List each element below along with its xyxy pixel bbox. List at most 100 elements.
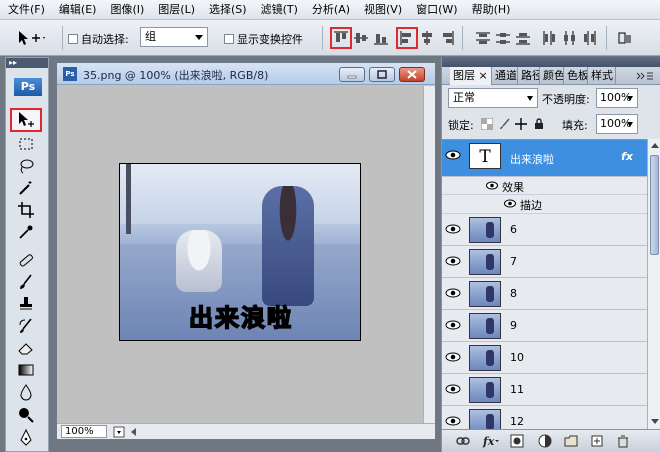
menu-file[interactable]: 文件(F) [0,0,51,20]
fill-input[interactable]: 100% [596,114,638,134]
crop-tool[interactable] [12,200,40,220]
magic-wand-tool[interactable] [12,178,40,198]
distribute-horizontal-centers-button[interactable] [560,29,578,47]
menu-image[interactable]: 图像(I) [102,0,150,20]
brush-tool[interactable] [12,272,40,292]
layer-row[interactable]: 8 [442,278,647,310]
layer-style-fx-icon[interactable]: fx [482,434,500,448]
eye-icon[interactable] [445,149,461,161]
effects-row[interactable]: 效果 [442,177,647,195]
layer-row[interactable]: 11 [442,374,647,406]
scroll-left-icon[interactable] [129,427,139,437]
lock-position-button[interactable] [514,117,527,130]
layer-row[interactable]: 6 [442,214,647,246]
close-button[interactable] [399,67,425,82]
layer-row-text[interactable]: T 出来浪啦 fx [442,140,647,177]
menu-view[interactable]: 视图(V) [356,0,408,20]
auto-select-dropdown[interactable]: 组 [140,27,208,47]
menu-help[interactable]: 帮助(H) [464,0,517,20]
align-top-edges-button[interactable] [330,27,352,49]
tool-preset-picker[interactable] [16,28,62,48]
eye-icon[interactable] [445,255,461,267]
tab-color[interactable]: 颜色 [540,67,564,85]
menu-analysis[interactable]: 分析(A) [304,0,356,20]
move-tool[interactable] [10,108,42,132]
distribute-left-edges-button[interactable] [540,29,558,47]
trash-icon[interactable] [616,434,630,448]
eye-icon[interactable] [445,287,461,299]
scroll-up-icon[interactable] [651,142,659,150]
align-horizontal-centers-button[interactable] [418,29,436,47]
align-left-edges-button[interactable] [396,27,418,49]
tab-swatches[interactable]: 色板 [564,67,588,85]
auto-select-checkbox[interactable]: 自动选择: [68,31,129,47]
align-vertical-centers-button[interactable] [352,29,370,47]
layer-list-scrollbar[interactable] [647,139,660,429]
fx-icon[interactable]: fx [621,150,633,163]
layer-row[interactable]: 12 [442,406,647,429]
menu-select[interactable]: 选择(S) [201,0,253,20]
panel-menu-icon[interactable] [636,71,654,81]
eraser-tool[interactable] [12,338,40,358]
pen-tool[interactable] [12,428,40,448]
link-layers-icon[interactable] [456,434,470,448]
blend-mode-dropdown[interactable]: 正常 [448,88,538,108]
menu-layer[interactable]: 图层(L) [150,0,201,20]
show-transform-check-box[interactable] [224,34,234,44]
adjustment-layer-icon[interactable] [538,434,552,448]
distribute-vertical-centers-button[interactable] [494,29,512,47]
layer-row[interactable]: 7 [442,246,647,278]
toolbox-grip[interactable]: ▸▸ [6,58,48,68]
opacity-input[interactable]: 100% [596,88,638,108]
marquee-tool[interactable] [12,134,40,154]
lasso-tool[interactable] [12,156,40,176]
menu-filter[interactable]: 滤镜(T) [253,0,304,20]
canvas-area[interactable]: 出来浪啦 [57,86,423,423]
eye-icon[interactable] [445,383,461,395]
show-transform-checkbox[interactable]: 显示变换控件 [224,31,303,47]
eye-icon[interactable] [445,351,461,363]
clone-stamp-tool[interactable] [12,294,40,314]
lock-all-button[interactable] [532,117,545,130]
maximize-button[interactable] [369,67,395,82]
menu-window[interactable]: 窗口(W) [408,0,463,20]
dodge-tool[interactable] [12,404,40,424]
zoom-level-field[interactable]: 100% [61,425,107,438]
scrollbar-thumb[interactable] [650,155,659,255]
add-mask-icon[interactable] [510,434,524,448]
auto-align-layers-button[interactable] [616,29,634,47]
stroke-effect-row[interactable]: 描边 [442,195,647,214]
document-image[interactable]: 出来浪啦 [119,163,361,341]
gradient-tool[interactable] [12,360,40,380]
auto-select-check-box[interactable] [68,34,78,44]
lock-image-pixels-button[interactable] [498,117,511,130]
scroll-down-icon[interactable] [651,417,659,425]
eye-icon[interactable] [445,223,461,235]
minimize-button[interactable] [339,67,365,82]
document-title-bar[interactable]: Ps 35.png @ 100% (出来浪啦, RGB/8) [57,63,435,85]
eye-icon[interactable] [504,199,516,208]
history-brush-tool[interactable] [12,316,40,336]
tab-styles[interactable]: 样式 [588,67,616,85]
layer-row[interactable]: 9 [442,310,647,342]
menu-edit[interactable]: 编辑(E) [51,0,103,20]
distribute-top-edges-button[interactable] [474,29,492,47]
document-vertical-scrollbar[interactable] [423,86,435,423]
distribute-bottom-edges-button[interactable] [514,29,532,47]
healing-brush-tool[interactable] [12,250,40,270]
tab-paths[interactable]: 路径 [518,67,540,85]
layers-panel-grip[interactable] [442,57,660,67]
blur-tool[interactable] [12,382,40,402]
layer-row[interactable]: 10 [442,342,647,374]
eye-icon[interactable] [486,181,498,190]
eye-icon[interactable] [445,415,461,427]
status-menu-icon[interactable] [113,426,125,438]
lock-transparent-pixels-button[interactable] [480,117,493,130]
slice-tool[interactable] [12,222,40,242]
eye-icon[interactable] [445,319,461,331]
new-layer-icon[interactable] [590,434,604,448]
tab-channels[interactable]: 通道 [492,67,518,85]
new-group-folder-icon[interactable] [564,434,578,448]
align-bottom-edges-button[interactable] [372,29,390,47]
distribute-right-edges-button[interactable] [580,29,598,47]
